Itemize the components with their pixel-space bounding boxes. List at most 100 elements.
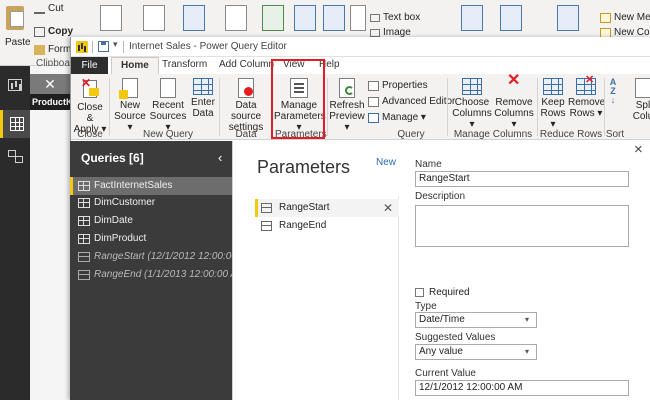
query-item[interactable]: DimCustomer: [70, 194, 232, 212]
tab-home[interactable]: Home: [111, 57, 159, 74]
new-measure-button[interactable]: New Measure: [600, 12, 650, 23]
copy-button[interactable]: Copy: [34, 26, 73, 37]
advanced-editor-icon: [368, 97, 379, 107]
manage-button[interactable]: Manage ▾: [368, 110, 455, 126]
image-icon: [370, 28, 380, 37]
type-select[interactable]: Date/Time ▾: [415, 312, 537, 328]
save-icon[interactable]: [98, 41, 109, 52]
relationships-icon[interactable]: [557, 5, 579, 31]
group-divider: [109, 78, 110, 136]
edit-queries-icon[interactable]: [225, 5, 247, 31]
close-icon[interactable]: ✕: [30, 74, 70, 94]
chart-icon[interactable]: [294, 5, 316, 31]
ribbon: ✕ Close & Apply ▾ Close New Source ▾ Rec…: [71, 73, 650, 151]
group-divider: [604, 78, 605, 136]
current-value-field[interactable]: 12/1/2012 12:00:00 AM: [415, 380, 629, 396]
highlight-box: [271, 59, 325, 139]
quick-access-dropdown-icon[interactable]: ▾: [113, 39, 118, 50]
tab-transform[interactable]: Transform: [162, 59, 207, 70]
manage-relationships-icon[interactable]: [500, 5, 522, 31]
delete-icon[interactable]: ✕: [383, 199, 393, 217]
collapse-chevron-icon[interactable]: ‹: [218, 150, 222, 165]
group-label-manage-columns: Manage Columns: [453, 129, 533, 140]
table-icon[interactable]: [183, 5, 205, 31]
button-icon[interactable]: [350, 5, 366, 31]
report-view-icon[interactable]: [8, 79, 22, 91]
remove-rows-button[interactable]: ✕ Remove Rows ▾: [568, 75, 605, 120]
scissors-icon: [34, 4, 45, 14]
cut-button[interactable]: Cut: [34, 3, 64, 14]
copy-icon: [34, 26, 45, 37]
query-item[interactable]: DimDate: [70, 212, 232, 230]
query-item[interactable]: RangeEnd (1/1/2013 12:00:00 AM): [70, 266, 249, 284]
paste-label[interactable]: Paste: [5, 37, 31, 48]
tab-add-column[interactable]: Add Column: [219, 59, 274, 70]
split-column-button[interactable]: Spl Colu: [631, 78, 650, 122]
view-switcher-bar: [0, 66, 30, 400]
required-checkbox[interactable]: [415, 288, 424, 297]
description-field[interactable]: [415, 205, 629, 247]
data-view-icon[interactable]: [0, 110, 30, 138]
new-visual-icon[interactable]: [143, 5, 165, 31]
sort-az-icon: A Z ↓: [609, 77, 617, 105]
power-bi-logo-icon: [76, 41, 88, 53]
column-icon: [600, 27, 611, 38]
advanced-editor-button[interactable]: Advanced Editor: [368, 94, 455, 110]
text-box-button[interactable]: Text box: [370, 12, 420, 23]
text-box-icon: [370, 13, 380, 22]
suggested-values-select[interactable]: Any value ▾: [415, 344, 537, 360]
query-item[interactable]: RangeStart (12/1/2012 12:00:00 AM): [70, 248, 258, 266]
group-label-reduce-rows: Reduce Rows: [539, 129, 603, 140]
model-view-icon[interactable]: [8, 150, 23, 163]
recent-sources-button[interactable]: Recent Sources ▾: [149, 78, 187, 133]
manage-icon: [368, 113, 379, 123]
name-label: Name: [415, 159, 442, 170]
remove-columns-button[interactable]: ✕ Remove Columns ▾: [493, 73, 535, 131]
new-page-icon[interactable]: [100, 5, 122, 31]
data-source-settings-button[interactable]: Data source settings: [220, 78, 272, 133]
refresh-preview-button[interactable]: Refresh Preview ▾: [329, 78, 365, 133]
bar-chart-icon[interactable]: [323, 5, 345, 31]
keep-rows-button[interactable]: Keep Rows ▾: [538, 78, 568, 130]
column-header[interactable]: ProductKey: [30, 94, 70, 110]
properties-button[interactable]: Properties: [368, 78, 455, 94]
type-label: Type: [415, 301, 437, 312]
parameter-item[interactable]: RangeStart ✕: [255, 199, 399, 217]
description-label: Description: [415, 191, 466, 202]
brush-icon: [34, 44, 45, 55]
publish-icon[interactable]: [461, 5, 483, 31]
queries-panel: Queries [6] ‹ FactInternetSales DimCusto…: [70, 141, 258, 400]
data-source-settings-icon: [238, 78, 254, 98]
parameter-icon: [78, 252, 90, 262]
remove-rows-icon: ✕: [576, 75, 596, 95]
queries-title: Queries [6]: [81, 151, 144, 165]
new-parameter-link[interactable]: New: [376, 157, 396, 168]
parameter-item[interactable]: RangeEnd: [255, 217, 399, 235]
group-divider: [327, 78, 328, 136]
background-data-panel: [30, 66, 70, 400]
query-item[interactable]: DimProduct: [70, 230, 232, 248]
enter-data-icon: [193, 78, 213, 95]
close-apply-button[interactable]: ✕ Close & Apply ▾: [73, 77, 107, 135]
window-title: Internet Sales - Power Query Editor: [129, 41, 287, 52]
close-apply-icon: ✕: [79, 77, 101, 100]
title-divider: [92, 41, 93, 53]
choose-columns-button[interactable]: Choose Columns ▾: [451, 78, 493, 130]
title-divider: [123, 41, 124, 53]
current-value-label: Current Value: [415, 368, 476, 379]
table-icon: [78, 181, 90, 191]
paste-icon[interactable]: [3, 6, 27, 40]
group-divider: [447, 78, 448, 136]
table-icon: [78, 198, 90, 208]
query-item[interactable]: FactInternetSales: [70, 177, 232, 195]
name-field[interactable]: RangeStart: [415, 171, 629, 187]
keep-rows-icon: [543, 78, 563, 95]
new-source-icon: [119, 78, 138, 99]
new-source-button[interactable]: New Source ▾: [113, 78, 147, 133]
tab-file[interactable]: File: [71, 57, 108, 74]
group-label-sort: Sort: [605, 129, 625, 140]
enter-data-button[interactable]: Enter Data: [189, 78, 217, 119]
close-icon[interactable]: ×: [634, 141, 643, 158]
sort-ascending-button[interactable]: A Z ↓: [606, 78, 620, 105]
refresh-icon[interactable]: [262, 5, 284, 31]
